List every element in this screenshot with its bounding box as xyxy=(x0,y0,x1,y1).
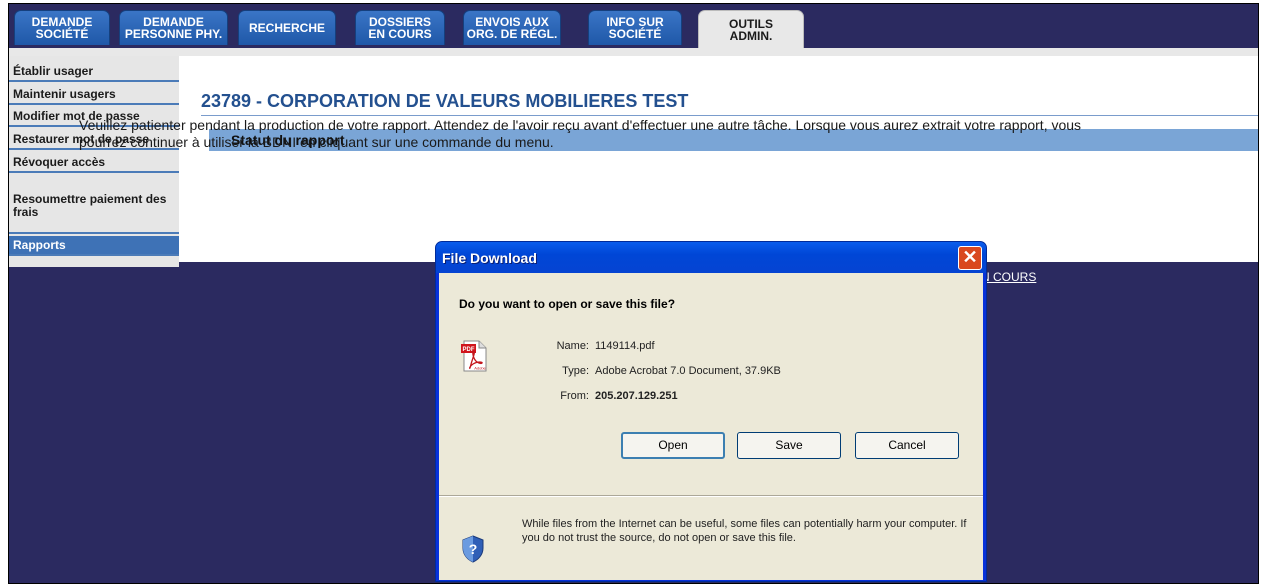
file-name-label: Name: xyxy=(556,340,589,352)
file-type-value: Adobe Acrobat 7.0 Document, 37.9KB xyxy=(595,365,781,377)
cancel-button[interactable]: Cancel xyxy=(855,432,959,459)
dialog-body: Do you want to open or save this file? P… xyxy=(439,273,983,580)
tab-outils-admin[interactable]: OUTILS ADMIN. xyxy=(698,10,804,49)
sidebar-footer xyxy=(9,262,179,267)
open-button[interactable]: Open xyxy=(621,432,725,459)
save-button[interactable]: Save xyxy=(737,432,841,459)
sidebar-item-rapports[interactable]: Rapports xyxy=(9,236,179,256)
tab-recherche[interactable]: RECHERCHE xyxy=(238,10,336,45)
file-from-label: From: xyxy=(560,390,589,402)
sidebar-item-maintenir-usagers[interactable]: Maintenir usagers xyxy=(9,85,179,105)
app-window: DEMANDE SOCIÉTÉ DEMANDE PERSONNE PHY. RE… xyxy=(8,3,1259,584)
shield-question-icon: ? xyxy=(462,535,484,563)
close-icon[interactable]: ✕ xyxy=(958,246,982,270)
page-title: 23789 - CORPORATION DE VALEURS MOBILIERE… xyxy=(201,91,689,111)
tab-dossiers-en-cours[interactable]: DOSSIERS EN COURS xyxy=(355,10,445,45)
pdf-file-icon: PDF Adobe xyxy=(461,340,487,372)
status-message: Veuillez patienter pendant la production… xyxy=(79,117,1082,150)
security-warning-text: While files from the Internet can be use… xyxy=(522,518,967,544)
dialog-question: Do you want to open or save this file? xyxy=(459,297,676,311)
main-content: 23789 - CORPORATION DE VALEURS MOBILIERE… xyxy=(179,56,1258,262)
svg-text:?: ? xyxy=(469,541,478,557)
sidebar-item-revoquer-acces[interactable]: Révoquer accès xyxy=(9,153,179,173)
file-download-dialog: File Download ✕ Do you want to open or s… xyxy=(435,241,987,582)
dossiers-en-cours-link[interactable]: N COURS xyxy=(981,270,1036,284)
top-nav: DEMANDE SOCIÉTÉ DEMANDE PERSONNE PHY. RE… xyxy=(9,4,1258,49)
tab-demande-personne[interactable]: DEMANDE PERSONNE PHY. xyxy=(119,10,228,45)
file-type-label: Type: xyxy=(562,365,589,377)
sidebar: Établir usager Maintenir usagers Modifie… xyxy=(9,56,179,267)
dialog-titlebar[interactable]: File Download ✕ xyxy=(436,242,986,273)
title-divider xyxy=(201,115,1258,116)
dialog-title: File Download xyxy=(442,250,537,266)
file-name-value: 1149114.pdf xyxy=(595,340,655,352)
tab-envois-org[interactable]: ENVOIS AUX ORG. DE RÉGL. xyxy=(463,10,561,45)
svg-text:Adobe: Adobe xyxy=(474,365,486,370)
dialog-divider-highlight xyxy=(439,496,983,497)
sidebar-item-resoumettre-paiement[interactable]: Resoumettre paiement des frais xyxy=(9,177,179,234)
sidebar-item-etablir-usager[interactable]: Établir usager xyxy=(9,62,179,82)
tab-info-societe[interactable]: INFO SUR SOCIÉTÉ xyxy=(588,10,682,45)
tab-demande-societe[interactable]: DEMANDE SOCIÉTÉ xyxy=(14,10,110,45)
tab-strip xyxy=(9,48,1258,56)
file-from-value: 205.207.129.251 xyxy=(595,390,678,402)
